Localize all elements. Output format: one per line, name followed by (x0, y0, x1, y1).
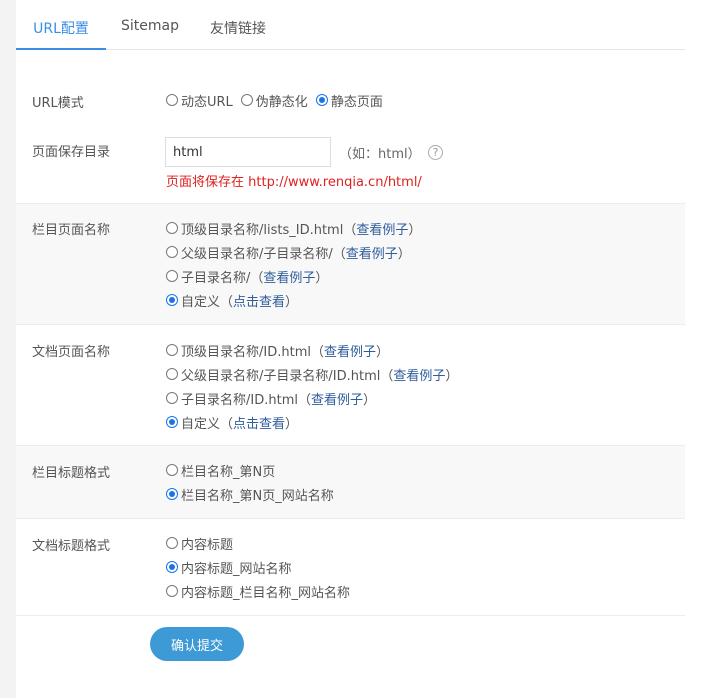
radio-static-page[interactable] (315, 94, 328, 106)
column-title-option-1[interactable]: 栏目名称_第N页 (166, 461, 275, 480)
column-title-option-2[interactable]: 栏目名称_第N页_网站名称 (166, 485, 334, 504)
column-page-name-label: 栏目页面名称 (32, 223, 111, 238)
submit-button[interactable]: 确认提交 (150, 627, 244, 661)
tab-bar: URL配置 Sitemap 友情链接 (16, 0, 685, 50)
url-mode-options: 动态URL 伪静态化 静态页面 (166, 91, 391, 110)
tab-friend-links[interactable]: 友情链接 (210, 16, 290, 50)
tab-url-config[interactable]: URL配置 (16, 16, 106, 50)
url-mode-option-pseudo[interactable]: 伪静态化 (240, 91, 308, 110)
doc-option-custom[interactable]: 自定义（点击查看） (166, 413, 298, 432)
url-mode-option-static[interactable]: 静态页面 (315, 91, 383, 110)
view-example-link[interactable]: 查看例子 (356, 219, 408, 238)
doc-page-name-label: 文档页面名称 (32, 345, 111, 360)
radio-doc-title-2[interactable] (166, 561, 178, 573)
column-title-format-label: 栏目标题格式 (32, 466, 111, 481)
doc-title-format-label: 文档标题格式 (32, 539, 111, 554)
click-view-link[interactable]: 点击查看 (233, 291, 285, 310)
click-view-link[interactable]: 点击查看 (233, 413, 285, 432)
view-example-link[interactable]: 查看例子 (346, 243, 398, 262)
column-option-3[interactable]: 子目录名称/（查看例子） (166, 267, 328, 286)
view-example-link[interactable]: 查看例子 (263, 267, 315, 286)
save-dir-notice: 页面将保存在 http://www.renqia.cn/html/ (166, 175, 422, 190)
column-option-1[interactable]: 顶级目录名称/lists_ID.html （查看例子） (166, 219, 421, 238)
doc-title-option-3[interactable]: 内容标题_栏目名称_网站名称 (166, 582, 350, 601)
radio-column-3[interactable] (166, 270, 178, 282)
help-icon[interactable]: ? (428, 145, 443, 160)
radio-column-title-2[interactable] (166, 488, 178, 500)
doc-option-1[interactable]: 顶级目录名称/ID.html （查看例子） (166, 341, 389, 360)
radio-doc-title-1[interactable] (166, 537, 178, 549)
view-example-link[interactable]: 查看例子 (393, 365, 445, 384)
doc-option-3[interactable]: 子目录名称/ID.html （查看例子） (166, 389, 376, 408)
tab-sitemap[interactable]: Sitemap (121, 16, 191, 50)
doc-title-format-row: 文档标题格式 内容标题 内容标题_网站名称 内容标题_栏目名称_网站名称 (16, 518, 685, 615)
url-mode-row: URL模式 动态URL 伪静态化 静态页面 (16, 80, 685, 125)
radio-dynamic-url[interactable] (166, 94, 178, 106)
url-mode-label: URL模式 (32, 96, 84, 111)
save-dir-label: 页面保存目录 (32, 145, 111, 160)
column-page-name-row: 栏目页面名称 顶级目录名称/lists_ID.html （查看例子） 父级目录名称… (16, 203, 685, 324)
divider (16, 615, 685, 616)
radio-column-2[interactable] (166, 246, 178, 258)
column-option-2[interactable]: 父级目录名称/子目录名称/（查看例子） (166, 243, 411, 262)
radio-column-title-1[interactable] (166, 464, 178, 476)
radio-doc-custom[interactable] (166, 416, 178, 428)
radio-column-custom[interactable] (166, 294, 178, 306)
column-title-format-row: 栏目标题格式 栏目名称_第N页 栏目名称_第N页_网站名称 (16, 445, 685, 518)
doc-title-option-1[interactable]: 内容标题 (166, 534, 233, 553)
column-option-custom[interactable]: 自定义（点击查看） (166, 291, 298, 310)
radio-doc-title-3[interactable] (166, 585, 178, 597)
radio-pseudo-static[interactable] (240, 94, 253, 106)
view-example-link[interactable]: 查看例子 (324, 341, 376, 360)
radio-column-1[interactable] (166, 222, 178, 234)
radio-doc-3[interactable] (166, 392, 178, 404)
radio-doc-2[interactable] (166, 368, 178, 380)
doc-option-2[interactable]: 父级目录名称/子目录名称/ID.html （查看例子） (166, 365, 458, 384)
view-example-link[interactable]: 查看例子 (311, 389, 363, 408)
doc-page-name-row: 文档页面名称 顶级目录名称/ID.html （查看例子） 父级目录名称/子目录名称… (16, 324, 685, 445)
save-dir-hint: （如：html） (339, 147, 421, 162)
doc-title-option-2[interactable]: 内容标题_网站名称 (166, 558, 292, 577)
url-mode-option-dynamic[interactable]: 动态URL (166, 91, 233, 110)
radio-doc-1[interactable] (166, 344, 178, 356)
save-dir-input[interactable] (165, 137, 331, 167)
save-dir-row: 页面保存目录 （如：html） ? 页面将保存在 http://www.renq… (16, 128, 685, 203)
